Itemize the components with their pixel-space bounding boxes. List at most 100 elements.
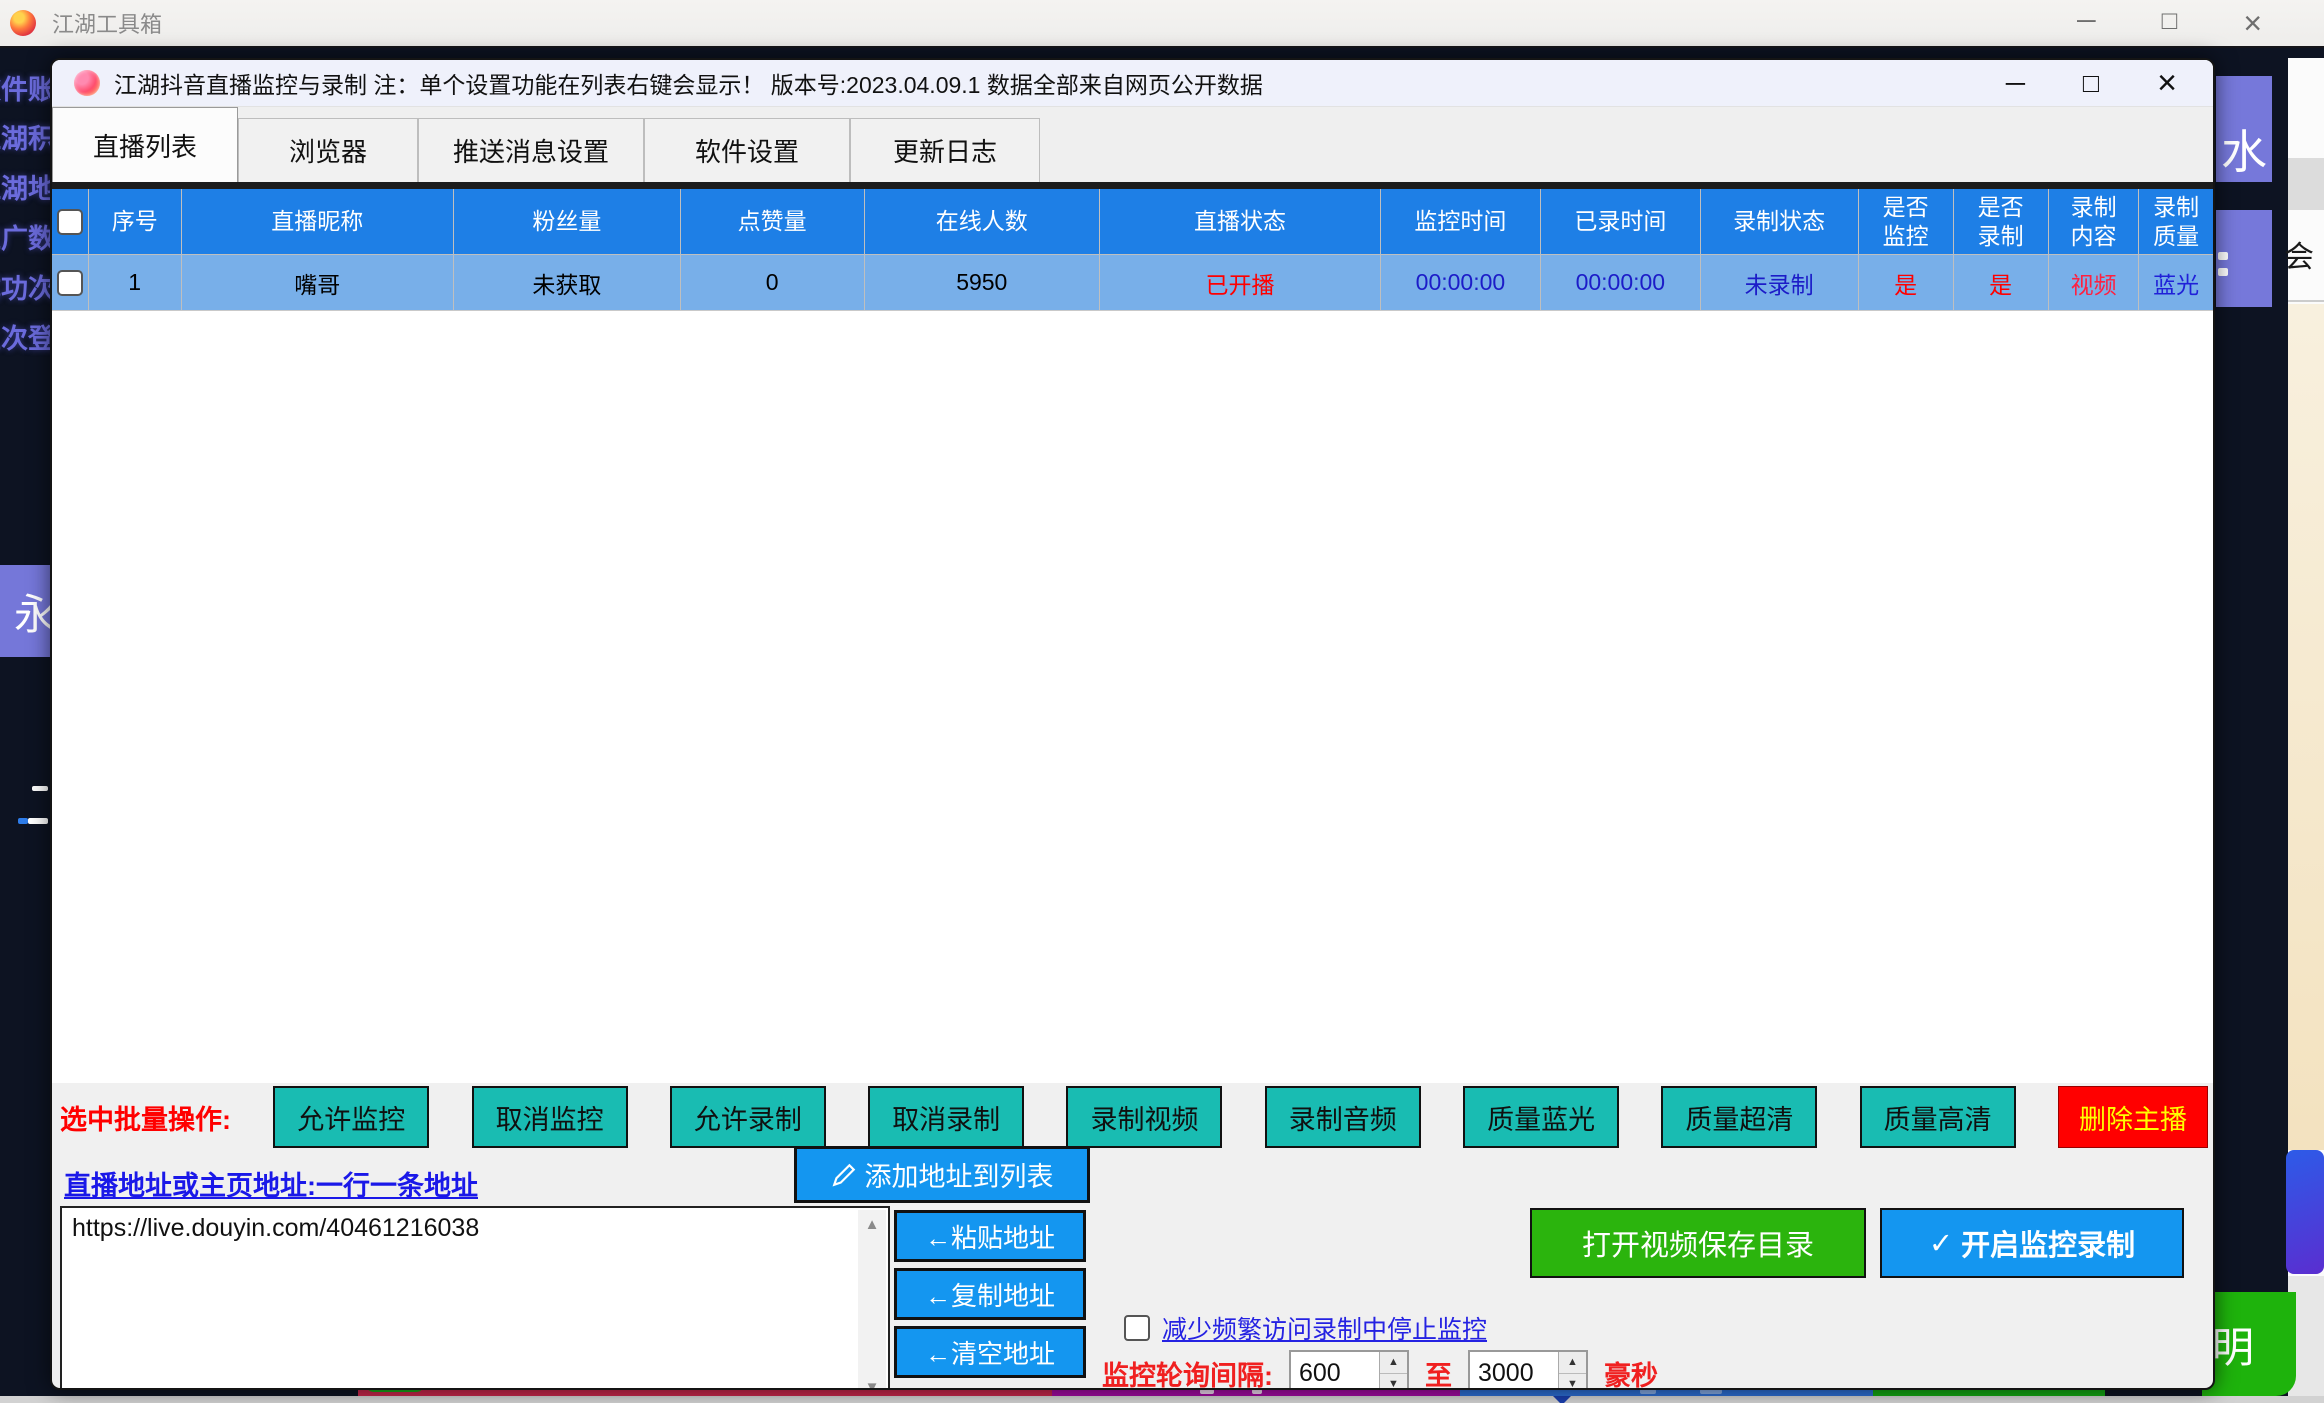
sidebar-fragment: 江湖地 <box>0 167 55 206</box>
text-fragment <box>2218 268 2228 276</box>
table-row[interactable]: 1 嘴哥 未获取 0 5950 已开播 00:00:00 00:00:00 未录… <box>52 255 2213 311</box>
tab-software-settings[interactable]: 软件设置 <box>644 118 850 182</box>
sidebar-fragment: 软件账 <box>0 68 55 107</box>
address-value: https://live.douyin.com/40461216038 <box>72 1214 479 1243</box>
col-header: 录制状态 <box>1701 189 1859 254</box>
delete-streamer-button[interactable]: 删除主播 <box>2058 1086 2208 1148</box>
cell-likes: 0 <box>681 255 865 310</box>
col-header: 直播状态 <box>1100 189 1381 254</box>
cell-record-status: 未录制 <box>1701 255 1859 310</box>
record-video-button[interactable]: 录制视频 <box>1066 1086 1222 1148</box>
screen: 软件账 江湖积 江湖地 推广数 成功次 上次登 永 会 水 明 江湖工具箱 ─ … <box>0 0 2324 1403</box>
check-icon: ✓ <box>1929 1226 1953 1261</box>
col-header: 是否 监控 <box>1859 189 1954 254</box>
cell-record-flag: 是 <box>1954 255 2049 310</box>
maximize-icon[interactable]: □ <box>2162 5 2178 42</box>
open-save-dir-button[interactable]: 打开视频保存目录 <box>1530 1208 1866 1278</box>
cell-monitor-flag: 是 <box>1859 255 1954 310</box>
col-header: 直播昵称 <box>182 189 454 254</box>
record-audio-button[interactable]: 录制音频 <box>1265 1086 1421 1148</box>
scroll-up-icon[interactable]: ▲ <box>865 1210 880 1239</box>
dialog-close-icon[interactable]: × <box>2157 64 2177 103</box>
dialog-minimize-icon[interactable]: ─ <box>2006 68 2025 99</box>
cell-recorded-time: 00:00:00 <box>1541 255 1701 310</box>
interval-max-value[interactable]: 3000 <box>1470 1352 1558 1390</box>
quality-bluray-button[interactable]: 质量蓝光 <box>1463 1086 1619 1148</box>
cell-fans: 未获取 <box>454 255 681 310</box>
tab-bar: 直播列表 浏览器 推送消息设置 软件设置 更新日志 <box>52 106 2213 182</box>
table-header: 序号 直播昵称 粉丝量 点赞量 在线人数 直播状态 监控时间 已录时间 录制状态… <box>52 189 2213 255</box>
scroll-down-icon[interactable]: ▼ <box>865 1373 880 1390</box>
interval-max-stepper[interactable]: 3000 ▲ ▼ <box>1468 1350 1588 1390</box>
sidebar-fragment: 推广数 <box>0 217 55 256</box>
text-fragment <box>2218 252 2228 260</box>
cell-nickname: 嘴哥 <box>182 255 454 310</box>
cell-index: 1 <box>89 255 182 310</box>
main-titlebar: 江湖工具箱 ─ □ × <box>0 0 2324 48</box>
tab-push-settings[interactable]: 推送消息设置 <box>418 118 644 182</box>
reduce-access-checkbox[interactable] <box>1124 1315 1150 1341</box>
main-window-title: 江湖工具箱 <box>52 7 162 39</box>
badge-member: 会 <box>2284 232 2314 276</box>
add-address-button[interactable]: 添加地址到列表 <box>794 1146 1090 1203</box>
sidebar-fragment: 上次登 <box>0 317 55 356</box>
clear-address-button[interactable]: ←清空地址 <box>894 1326 1086 1378</box>
address-textarea[interactable]: https://live.douyin.com/40461216038 ▲ ▼ <box>60 1206 890 1390</box>
allow-record-button[interactable]: 允许录制 <box>670 1086 826 1148</box>
badge-ming: 明 <box>2202 1292 2296 1396</box>
text-fragment <box>28 818 48 824</box>
col-header: 录制 质量 <box>2139 189 2212 254</box>
sidebar-fragment: 江湖积 <box>0 117 55 156</box>
stepper-down-icon[interactable]: ▼ <box>1380 1374 1407 1391</box>
reduce-access-option: 减少频繁访问录制中停止监控 <box>1124 1310 1487 1346</box>
badge-yong: 永 <box>0 565 50 657</box>
background-band <box>2288 158 2324 210</box>
badge-water: 水 <box>2216 76 2272 182</box>
col-header: 点赞量 <box>681 189 865 254</box>
dialog-title: 江湖抖音直播监控与录制 注：单个设置功能在列表右键会显示！ 版本号:2023.0… <box>114 66 1263 100</box>
cancel-record-button[interactable]: 取消录制 <box>868 1086 1024 1148</box>
cell-online: 5950 <box>865 255 1101 310</box>
divider <box>2288 300 2324 302</box>
stepper-down-icon[interactable]: ▼ <box>1559 1374 1586 1391</box>
taskbar-baseline <box>0 1396 2324 1403</box>
tab-separator <box>52 182 2213 189</box>
copy-address-button[interactable]: ←复制地址 <box>894 1268 1086 1320</box>
minimize-icon[interactable]: ─ <box>2077 5 2095 42</box>
cell-record-content: 视频 <box>2049 255 2140 310</box>
cell-record-quality: 蓝光 <box>2139 255 2212 310</box>
cancel-monitor-button[interactable]: 取消监控 <box>472 1086 628 1148</box>
tab-changelog[interactable]: 更新日志 <box>850 118 1040 182</box>
close-icon[interactable]: × <box>2243 5 2262 42</box>
tab-browser[interactable]: 浏览器 <box>238 118 418 182</box>
reduce-access-label: 减少频繁访问录制中停止监控 <box>1162 1310 1487 1346</box>
badge-purple <box>2216 210 2272 307</box>
col-header: 粉丝量 <box>454 189 681 254</box>
tab-live-list[interactable]: 直播列表 <box>52 107 238 182</box>
scrollbar[interactable]: ▲ ▼ <box>858 1210 886 1390</box>
quality-uhd-button[interactable]: 质量超清 <box>1661 1086 1817 1148</box>
paste-address-button[interactable]: ←粘贴地址 <box>894 1210 1086 1262</box>
stepper-up-icon[interactable]: ▲ <box>1559 1352 1586 1374</box>
col-header: 在线人数 <box>865 189 1101 254</box>
batch-label: 选中批量操作: <box>60 1098 231 1137</box>
background-cream <box>2288 304 2324 1150</box>
cell-live-status: 已开播 <box>1100 255 1381 310</box>
text-fragment <box>18 818 28 824</box>
unit-label: 豪秒 <box>1604 1354 1658 1391</box>
allow-monitor-button[interactable]: 允许监控 <box>273 1086 429 1148</box>
col-header: 录制 内容 <box>2049 189 2140 254</box>
col-header: 已录时间 <box>1541 189 1701 254</box>
select-all-checkbox[interactable] <box>57 209 83 235</box>
start-monitor-button[interactable]: ✓ 开启监控录制 <box>1880 1208 2184 1278</box>
row-checkbox[interactable] <box>57 270 83 296</box>
col-header: 序号 <box>89 189 182 254</box>
interval-min-stepper[interactable]: 600 ▲ ▼ <box>1289 1350 1409 1390</box>
quality-hd-button[interactable]: 质量高清 <box>1860 1086 2016 1148</box>
cell-monitor-time: 00:00:00 <box>1381 255 1541 310</box>
interval-min-value[interactable]: 600 <box>1291 1352 1379 1390</box>
to-label: 至 <box>1425 1354 1452 1391</box>
dialog-maximize-icon[interactable]: □ <box>2083 68 2099 99</box>
pencil-icon <box>831 1162 857 1188</box>
stepper-up-icon[interactable]: ▲ <box>1380 1352 1407 1374</box>
